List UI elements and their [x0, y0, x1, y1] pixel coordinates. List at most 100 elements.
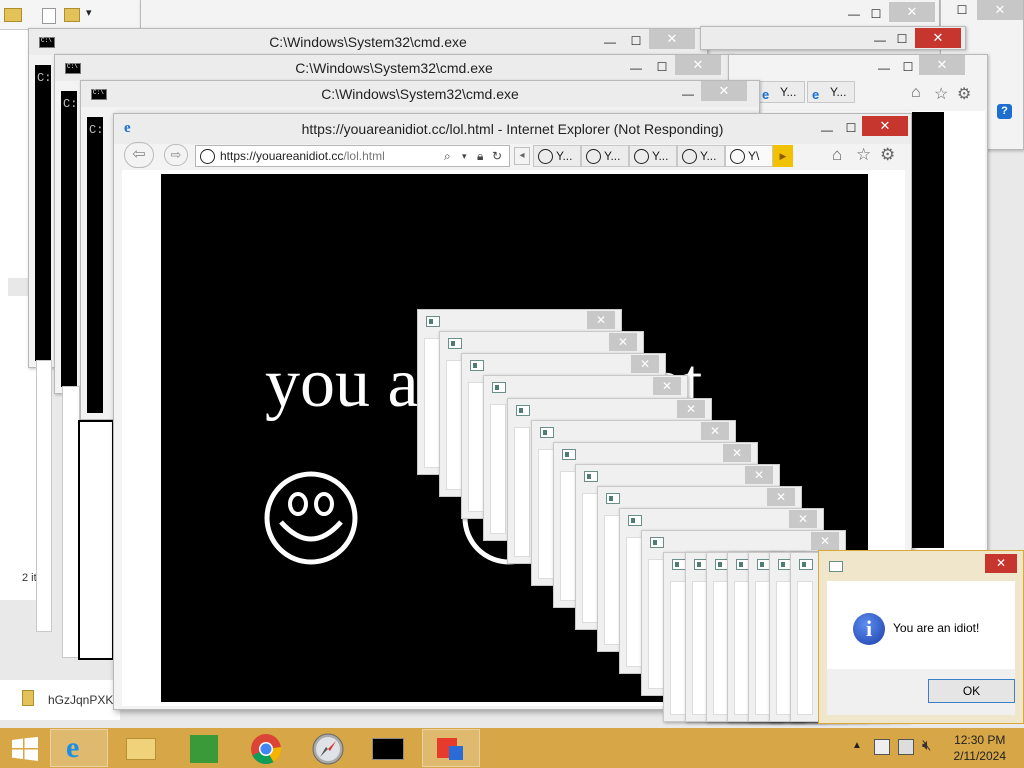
minimize-button[interactable]: —	[814, 120, 840, 140]
console-prompt: C:	[89, 123, 104, 137]
tab[interactable]: Y...	[581, 145, 629, 167]
taskbar-safari[interactable]	[298, 729, 356, 767]
close-button[interactable]: ✕	[701, 81, 747, 101]
close-button[interactable]: ✕	[915, 28, 961, 48]
gear-icon[interactable]: ⚙	[957, 84, 971, 104]
action-center-icon[interactable]	[874, 739, 890, 755]
taskbar-internet-explorer[interactable]: e	[50, 729, 108, 767]
popup-title-bar[interactable]: ✕	[642, 531, 845, 553]
maximize-button[interactable]: ☐	[863, 4, 889, 24]
popup-title-bar[interactable]: ✕	[532, 421, 735, 443]
star-icon[interactable]: ☆	[934, 84, 948, 104]
clock[interactable]: 12:30 PM 2/11/2024	[954, 732, 1007, 764]
close-button[interactable]: ✕	[631, 355, 659, 373]
address-bar[interactable]: https://youareanidiot.cc/lol.html ⌕ ▾ 🔒︎…	[195, 145, 510, 167]
popup-title-bar[interactable]: ✕	[484, 376, 687, 398]
minimize-button[interactable]: —	[675, 84, 701, 104]
console-output[interactable]: C:	[87, 117, 103, 413]
close-button[interactable]: ✕	[609, 333, 637, 351]
gear-icon[interactable]: ⚙	[880, 145, 895, 165]
close-button[interactable]: ✕	[889, 2, 935, 22]
close-button[interactable]: ✕	[862, 116, 908, 136]
taskbar-command-prompt[interactable]	[360, 729, 418, 767]
console-output[interactable]: C:	[35, 65, 51, 361]
popup-title-bar[interactable]: ✕	[440, 332, 643, 354]
popup-title-bar[interactable]: ✕	[508, 399, 711, 421]
help-icon[interactable]: ?	[997, 104, 1012, 119]
close-button[interactable]: ✕	[811, 532, 839, 550]
popup-title-bar[interactable]: ✕	[576, 465, 779, 487]
explorer-file-row[interactable]: hGzJqnPXK	[0, 680, 120, 720]
maximize-button[interactable]: ☐	[895, 57, 921, 77]
taskbar-virtualbox[interactable]	[422, 729, 480, 767]
tabs-scroll-left[interactable]: ◂	[514, 147, 530, 165]
show-hidden-icons-button[interactable]: ▲	[852, 740, 862, 751]
home-icon[interactable]: ⌂	[832, 145, 842, 165]
close-button[interactable]: ✕	[977, 0, 1023, 20]
popup-title-bar[interactable]: ✕	[598, 487, 801, 509]
network-icon[interactable]	[898, 739, 914, 755]
taskbar-chrome[interactable]	[236, 729, 294, 767]
maximize-button[interactable]: ☐	[889, 29, 915, 49]
refresh-icon[interactable]: ↻	[492, 146, 502, 166]
close-button[interactable]: ✕	[789, 510, 817, 528]
app-icon	[470, 360, 484, 371]
taskbar-file-explorer[interactable]	[112, 729, 170, 767]
title-bar[interactable]: e https://youareanidiot.cc/lol.html - In…	[114, 114, 911, 144]
close-button[interactable]: ✕	[675, 55, 721, 75]
close-button[interactable]: ✕	[985, 554, 1017, 573]
minimize-button[interactable]: —	[871, 58, 897, 78]
ok-button[interactable]: OK	[928, 679, 1015, 703]
home-icon[interactable]: ⌂	[911, 84, 921, 102]
popup-title-bar[interactable]: ✕	[462, 354, 665, 376]
folder-icon[interactable]	[4, 8, 22, 22]
tab[interactable]: Y...	[677, 145, 725, 167]
close-button[interactable]: ✕	[723, 444, 751, 462]
lock-icon[interactable]: 🔒︎	[477, 146, 483, 166]
console-output[interactable]: C:	[61, 91, 77, 387]
new-tab-button[interactable]: ▶	[773, 145, 793, 167]
title-bar[interactable]: C:\Windows\System32\cmd.exe — ☐ ✕	[29, 29, 707, 55]
star-icon[interactable]: ☆	[856, 145, 871, 165]
popup-body	[514, 427, 530, 557]
title-bar[interactable]: C:\Windows\System32\cmd.exe — ☐ ✕	[55, 55, 733, 81]
tab[interactable]: e Y...	[807, 81, 855, 103]
close-button[interactable]: ✕	[649, 29, 695, 49]
tab[interactable]: e Y...	[757, 81, 805, 103]
nav-item[interactable]	[8, 278, 28, 296]
volume-muted-icon[interactable]: 🔇︎	[922, 737, 931, 754]
title-bar[interactable]: C:\Windows\System32\cmd.exe — ✕	[81, 81, 759, 107]
start-button[interactable]	[0, 729, 50, 767]
tab[interactable]: Y...	[533, 145, 581, 167]
close-button[interactable]: ✕	[587, 311, 615, 329]
new-folder-icon[interactable]	[64, 8, 80, 22]
maximize-button[interactable]: ☐	[649, 57, 675, 77]
taskbar-store[interactable]	[174, 729, 232, 767]
close-button[interactable]: ✕	[701, 422, 729, 440]
app-icon	[606, 493, 620, 504]
close-button[interactable]: ✕	[677, 400, 705, 418]
maximize-button[interactable]: ☐	[838, 118, 864, 138]
popup-title-bar[interactable]: ✕	[418, 310, 621, 332]
search-icon[interactable]: ⌕	[444, 146, 451, 166]
minimize-button[interactable]: —	[597, 32, 623, 52]
close-button[interactable]: ✕	[745, 466, 773, 484]
close-button[interactable]: ✕	[767, 488, 795, 506]
back-button[interactable]: ⇦	[124, 142, 154, 168]
close-button[interactable]: ✕	[653, 377, 681, 395]
properties-icon[interactable]	[42, 8, 56, 24]
minimize-button[interactable]: —	[623, 58, 649, 78]
tab-active[interactable]: Y\	[725, 145, 773, 167]
tab[interactable]: Y...	[629, 145, 677, 167]
forward-button[interactable]: ⇨	[164, 144, 188, 166]
message-box[interactable]: ✕ i You are an idiot! OK	[818, 550, 1024, 724]
restore-button[interactable]: ☐	[949, 0, 975, 20]
chevron-down-icon[interactable]: ▾	[462, 146, 467, 166]
popup-title-bar[interactable]: ✕	[620, 509, 823, 531]
maximize-button[interactable]: ☐	[623, 31, 649, 51]
ie-icon: e	[66, 731, 80, 764]
window-edge	[78, 420, 114, 660]
close-button[interactable]: ✕	[919, 55, 965, 75]
chevron-down-icon[interactable]: ▾	[86, 6, 92, 19]
popup-title-bar[interactable]: ✕	[554, 443, 757, 465]
